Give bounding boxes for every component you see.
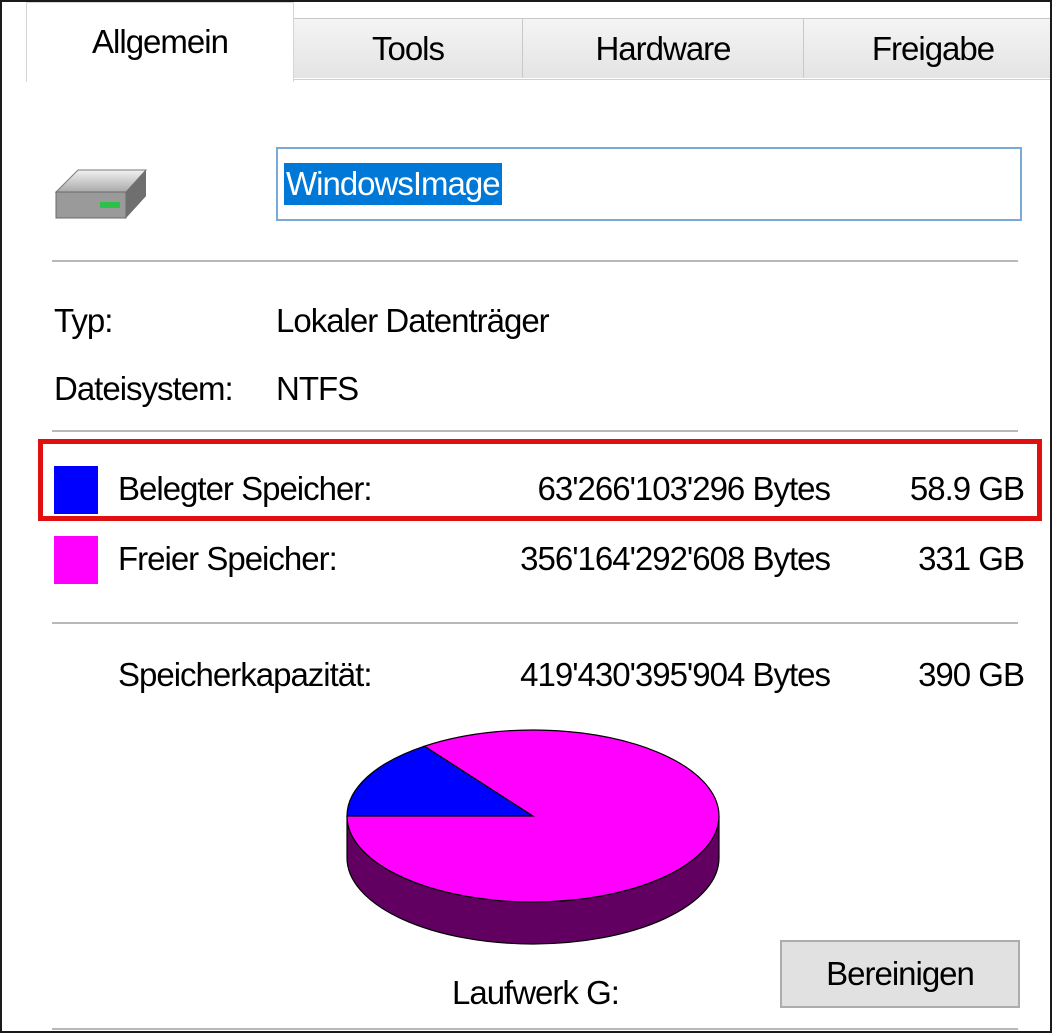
tab-tools[interactable]: Tools [293, 18, 523, 78]
drive-name-value: WindowsImage [284, 163, 502, 205]
free-space-label: Freier Speicher: [118, 540, 338, 577]
filesystem-value: NTFS [276, 370, 359, 407]
free-space-bytes: 356'164'292'608 Bytes [520, 540, 831, 577]
drive-name-input[interactable]: WindowsImage [276, 147, 1022, 221]
type-value: Lokaler Datenträger [276, 302, 550, 339]
type-label: Typ: [54, 302, 113, 339]
separator [52, 260, 1018, 262]
cleanup-button[interactable]: Bereinigen [780, 940, 1020, 1008]
tab-allgemein[interactable]: Allgemein [26, 2, 294, 82]
capacity-label: Speicherkapazität: [118, 656, 372, 693]
tab-strip-border [292, 79, 1050, 80]
hard-drive-icon [54, 169, 148, 219]
disk-usage-pie-chart [346, 729, 720, 945]
separator [52, 1028, 1018, 1030]
capacity-bytes: 419'430'395'904 Bytes [520, 656, 831, 693]
drive-letter-label: Laufwerk G: [452, 974, 620, 1011]
tab-freigabe[interactable]: Freigabe [803, 18, 1050, 78]
separator [52, 622, 1018, 624]
separator [52, 430, 1018, 432]
used-space-highlight-box [38, 439, 1042, 521]
properties-dialog: Allgemein Tools Hardware Freigabe Window… [0, 0, 1052, 1033]
free-space-size: 331 GB [918, 540, 1025, 577]
free-space-color-swatch [54, 536, 98, 584]
capacity-size: 390 GB [918, 656, 1025, 693]
filesystem-label: Dateisystem: [54, 370, 234, 407]
tab-hardware[interactable]: Hardware [522, 18, 804, 78]
